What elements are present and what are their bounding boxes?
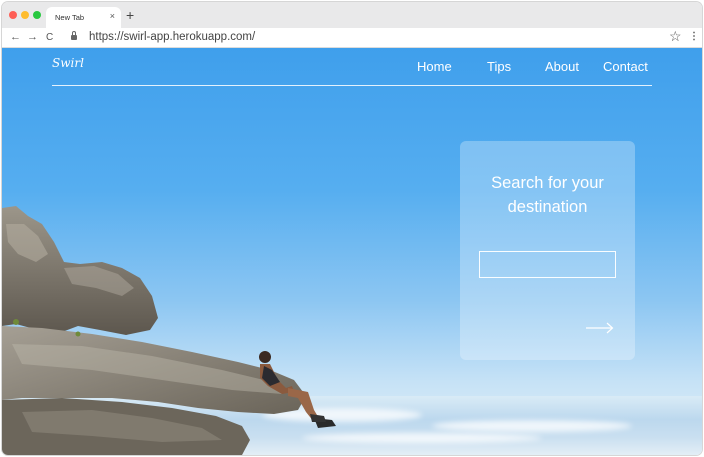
forward-arrow-icon[interactable]: → [27,31,38,44]
new-tab-icon[interactable]: + [126,8,134,22]
close-window-button[interactable] [9,11,17,19]
address-bar[interactable]: https://swirl-app.herokuapp.com/ [89,31,255,43]
site-logo[interactable]: Swirl [52,56,84,70]
site-header: Swirl Home Tips About Contact [52,48,652,86]
browser-tab[interactable]: New Tab × [46,7,121,28]
tab-bar: New Tab × + [2,2,702,28]
minimize-window-button[interactable] [21,11,29,19]
search-card: Search for your destination [460,141,635,360]
destination-search-input[interactable] [479,251,616,278]
browser-toolbar: ← → C https://swirl-app.herokuapp.com/ ☆… [2,28,702,48]
right-arrow-icon[interactable] [585,321,615,335]
tab-title: New Tab [55,13,85,22]
plant [75,331,81,337]
lock-icon [71,31,77,40]
nav-link-tips[interactable]: Tips [487,59,511,74]
nav-link-about[interactable]: About [545,59,579,74]
menu-icon[interactable]: ⋮ [689,31,699,43]
maximize-window-button[interactable] [33,11,41,19]
nav-link-home[interactable]: Home [417,59,452,74]
back-arrow-icon[interactable]: ← [10,31,21,44]
tab-close-icon[interactable]: × [110,11,115,21]
star-icon[interactable]: ☆ [669,29,682,44]
page-viewport: Swirl Home Tips About Contact Search for… [2,48,702,455]
nav-link-contact[interactable]: Contact [603,59,648,74]
search-heading: Search for your destination [491,174,604,216]
reload-icon[interactable]: C [46,31,53,44]
browser-window: New Tab × + ← → C https://swirl-app.hero… [2,2,702,455]
plant [13,319,19,325]
